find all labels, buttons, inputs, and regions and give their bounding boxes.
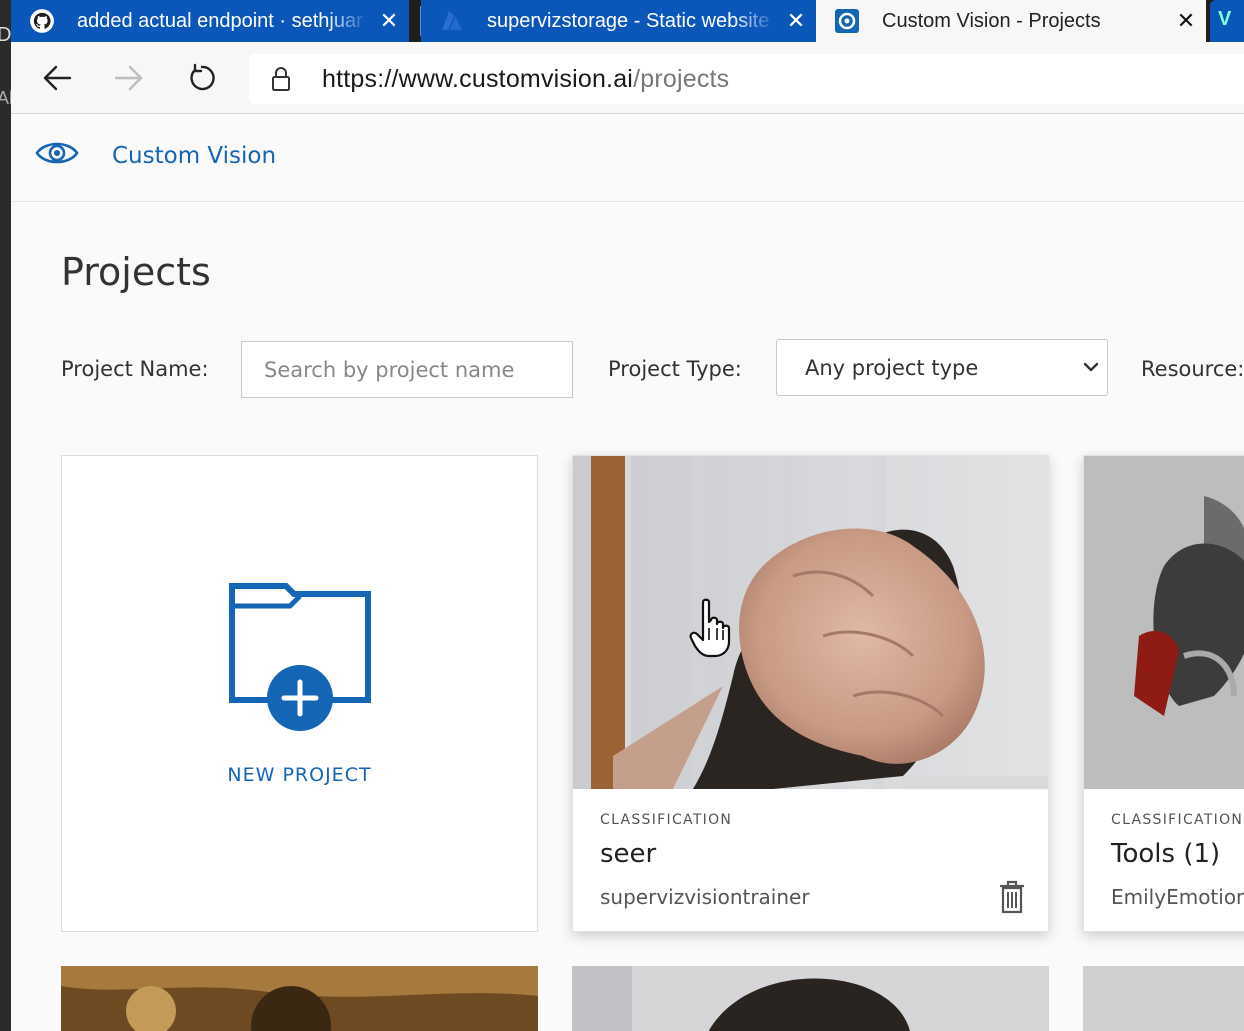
- tab-custom-vision[interactable]: Custom Vision - Projects ✕: [816, 0, 1206, 42]
- project-thumbnail: [61, 966, 538, 1031]
- arrow-right-icon: [114, 65, 143, 91]
- project-type-select[interactable]: Any project type: [776, 339, 1108, 396]
- project-thumbnail: [573, 456, 1048, 789]
- navigation-bar: https://www.customvision.ai/projects: [11, 42, 1244, 114]
- project-name[interactable]: Tools (1): [1111, 839, 1220, 869]
- arrow-left-icon: [43, 65, 72, 91]
- lock-icon[interactable]: [271, 66, 291, 97]
- back-button[interactable]: [35, 56, 79, 100]
- tab-title: Custom Vision - Projects: [882, 9, 1101, 32]
- project-card[interactable]: [61, 966, 538, 1031]
- tab-github[interactable]: added actual endpoint · sethjuar ✕: [11, 0, 409, 42]
- background-editor-strip: D Al: [0, 0, 13, 1031]
- eye-logo-icon[interactable]: [35, 137, 79, 174]
- tab-azure-storage[interactable]: supervizstorage - Static website ✕: [421, 0, 816, 42]
- browser-window: added actual endpoint · sethjuar ✕ super…: [11, 0, 1244, 1031]
- app-header: Custom Vision: [11, 115, 1244, 202]
- custom-vision-icon: [834, 8, 860, 34]
- url-text: https://www.customvision.ai/projects: [322, 65, 730, 93]
- project-type-value: Any project type: [805, 356, 979, 380]
- address-bar[interactable]: https://www.customvision.ai/projects: [249, 54, 1244, 104]
- tab-title: added actual endpoint · sethjuar: [77, 9, 363, 32]
- hand-cursor-icon: [689, 598, 733, 663]
- editor-glyph: D: [0, 24, 12, 46]
- refresh-icon: [190, 63, 215, 91]
- project-card[interactable]: [1083, 966, 1244, 1031]
- project-resource: EmilyEmotions: [1111, 885, 1244, 909]
- resource-label: Resource:: [1141, 357, 1244, 381]
- refresh-button[interactable]: [180, 56, 224, 100]
- forward-button[interactable]: [107, 56, 151, 100]
- new-project-label: NEW PROJECT: [227, 764, 372, 786]
- project-search-input[interactable]: [241, 341, 573, 398]
- project-name[interactable]: seer: [600, 839, 656, 869]
- project-thumbnail: [572, 966, 1049, 1031]
- tab-strip: added actual endpoint · sethjuar ✕ super…: [11, 0, 1244, 42]
- new-project-card[interactable]: NEW PROJECT: [61, 455, 538, 932]
- project-resource: supervizvisiontrainer: [600, 885, 810, 909]
- page-title: Projects: [61, 250, 211, 294]
- github-icon: [29, 8, 55, 34]
- close-icon[interactable]: ✕: [369, 8, 409, 34]
- project-thumbnail: [1084, 456, 1244, 789]
- project-card[interactable]: [572, 966, 1049, 1031]
- project-card[interactable]: CLASSIFICATION seer supervizvisiontraine…: [572, 455, 1049, 932]
- project-name-label: Project Name:: [61, 357, 209, 381]
- project-thumbnail: [1083, 966, 1244, 1031]
- tab-partial[interactable]: V: [1210, 0, 1244, 42]
- brand-name[interactable]: Custom Vision: [112, 143, 276, 169]
- close-icon[interactable]: ✕: [776, 8, 816, 34]
- project-type: CLASSIFICATION: [600, 812, 733, 828]
- project-card[interactable]: CLASSIFICATION Tools (1) EmilyEmotions: [1083, 455, 1244, 932]
- tab-title: supervizstorage - Static website: [487, 9, 770, 32]
- project-type: CLASSIFICATION: [1111, 812, 1244, 828]
- azure-icon: [439, 8, 465, 34]
- close-icon[interactable]: ✕: [1166, 8, 1206, 34]
- trash-icon[interactable]: [998, 880, 1026, 919]
- new-folder-icon: [228, 582, 372, 737]
- project-type-label: Project Type:: [608, 357, 742, 381]
- chevron-down-icon: [1083, 360, 1099, 378]
